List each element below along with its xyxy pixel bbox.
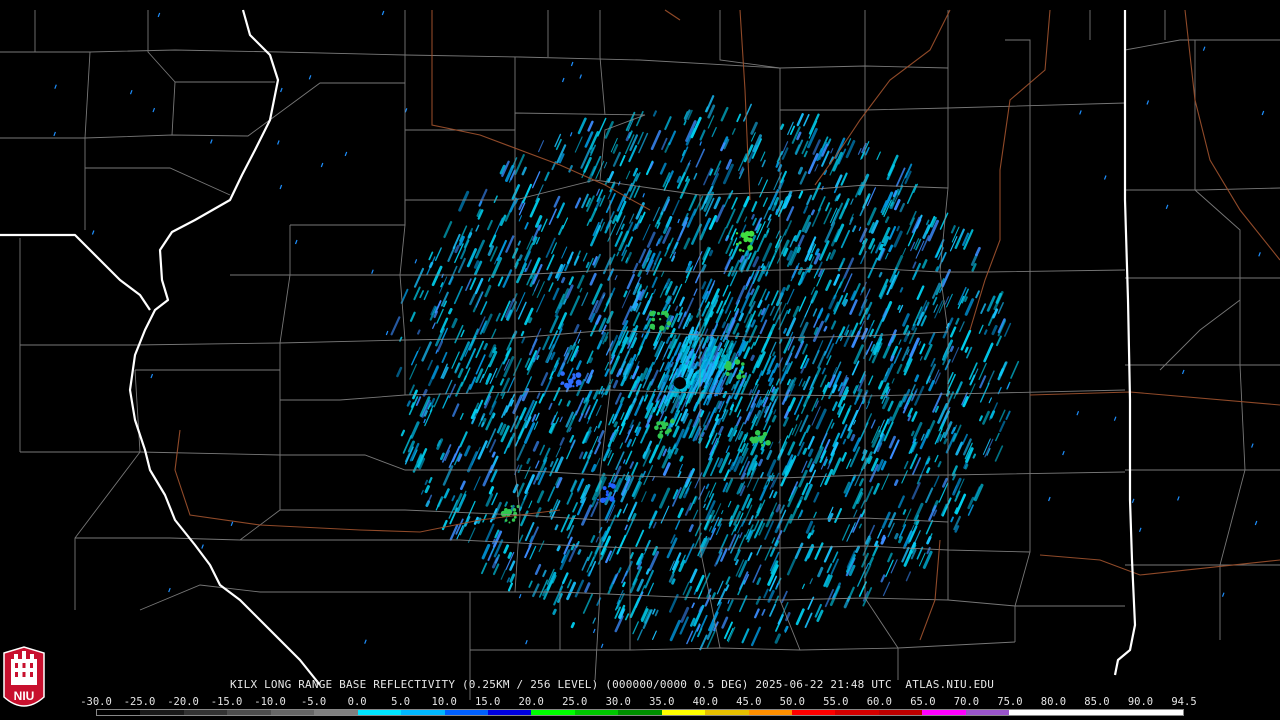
colorbar-segment	[1009, 710, 1053, 715]
colorbar-segment	[1139, 710, 1183, 715]
colorbar-tick: 75.0	[997, 696, 1023, 708]
colorbar-segment	[661, 710, 706, 715]
colorbar-tick: 90.0	[1127, 696, 1154, 708]
colorbar-tick: 55.0	[823, 696, 849, 708]
colorbar-tick: -15.0	[210, 696, 243, 708]
colorbar-segment	[183, 710, 228, 715]
colorbar-tick: 35.0	[649, 696, 675, 708]
colorbar-tick: 60.0	[866, 696, 893, 708]
colorbar-segment	[835, 710, 879, 715]
colorbar-tick: -30.0	[80, 696, 112, 708]
colorbar-segment	[487, 710, 532, 715]
product-caption: KILX LONG RANGE BASE REFLECTIVITY (0.25K…	[230, 678, 995, 691]
colorbar-tick: 30.0	[605, 696, 631, 708]
colorbar-tick: -5.0	[300, 696, 327, 708]
colorbar-tick: 15.0	[475, 696, 501, 708]
colorbar-tick: 40.0	[692, 696, 718, 708]
colorbar-tick: 50.0	[779, 696, 805, 708]
colorbar-segment	[922, 710, 966, 715]
colorbar-segment	[270, 710, 315, 715]
colorbar-segment	[792, 710, 836, 715]
colorbar-segment	[878, 710, 923, 715]
colorbar-tick: 94.5	[1171, 696, 1197, 708]
colorbar-segment	[444, 710, 488, 715]
colorbar-tick: 20.0	[518, 696, 544, 708]
colorbar-tick: 25.0	[562, 696, 588, 708]
radar-map	[0, 0, 1280, 720]
colorbar-segment	[140, 710, 184, 715]
colorbar-tick: 5.0	[391, 696, 411, 708]
reflectivity-colorbar	[96, 709, 1184, 716]
colorbar-tick: 70.0	[953, 696, 980, 708]
colorbar-segment	[357, 710, 402, 715]
colorbar-tick: -20.0	[167, 696, 199, 708]
colorbar-segment	[401, 710, 445, 715]
colorbar-tick: 65.0	[910, 696, 936, 708]
colorbar-tick: 10.0	[431, 696, 457, 708]
colorbar-tick: 80.0	[1040, 696, 1067, 708]
colorbar-segment	[705, 710, 749, 715]
niu-logo: NIU	[3, 646, 45, 707]
colorbar-segment	[531, 710, 575, 715]
colorbar-segment	[314, 710, 358, 715]
colorbar-tick: 45.0	[736, 696, 762, 708]
colorbar-segment	[97, 710, 141, 715]
colorbar-tick: -25.0	[123, 696, 156, 708]
colorbar-segment	[965, 710, 1010, 715]
logo-text: NIU	[14, 689, 35, 703]
colorbar-segment	[1096, 710, 1140, 715]
colorbar-segment	[574, 710, 619, 715]
colorbar-segment	[1052, 710, 1097, 715]
colorbar-tick: 0.0	[347, 696, 367, 708]
colorbar-segment	[227, 710, 271, 715]
colorbar-segment	[618, 710, 662, 715]
colorbar-tick-labels: -30.0 -25.0 -20.0 -15.0 -10.0 -5.0 0.0 5.0 10.0 1…	[80, 696, 1197, 708]
colorbar-tick: 85.0	[1084, 696, 1110, 708]
colorbar-tick: -10.0	[254, 696, 286, 708]
colorbar-segment	[748, 710, 792, 715]
